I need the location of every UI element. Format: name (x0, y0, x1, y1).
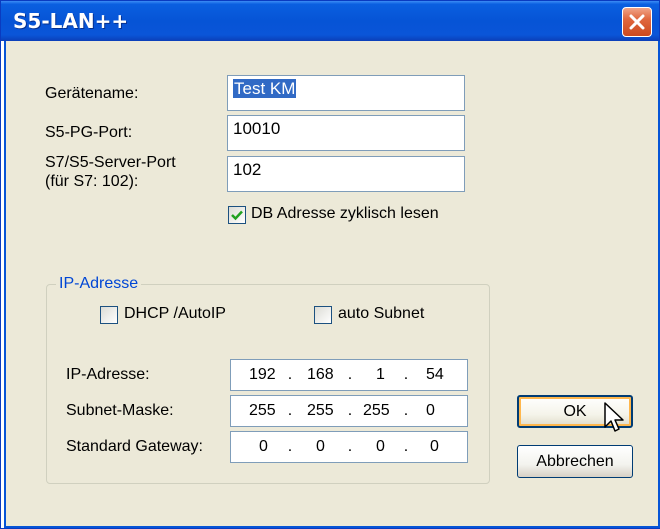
gateway-octet-4: 0 (430, 438, 439, 455)
ip-dot: . (403, 402, 409, 419)
auto-subnet-label[interactable]: auto Subnet (338, 305, 424, 323)
dhcp-label[interactable]: DHCP /AutoIP (124, 305, 226, 323)
window-title: S5-LAN++ (13, 9, 129, 33)
subnet-octet-1: 255 (249, 402, 276, 419)
ip-address-label: IP-Adresse: (66, 366, 150, 383)
device-name-input[interactable]: Test KM (227, 75, 465, 111)
close-icon (629, 14, 645, 30)
title-bar[interactable]: S5-LAN++ (1, 1, 659, 41)
gateway-octet-1: 0 (259, 438, 268, 455)
checkmark-icon (231, 210, 243, 221)
ip-address-input[interactable]: 192 . 168 . 1 . 54 (230, 359, 468, 391)
gateway-octet-3: 0 (376, 438, 385, 455)
ip-dot: . (347, 402, 353, 419)
server-port-input[interactable]: 102 (227, 156, 465, 192)
ip-octet-2: 168 (307, 366, 334, 383)
device-name-label: Gerätename: (45, 85, 139, 102)
server-port-label-line1: S7/S5-Server-Port (45, 154, 176, 171)
ip-dot: . (287, 438, 293, 455)
dialog-body: Gerätename: Test KM S5-PG-Port: 10010 S7… (4, 41, 660, 528)
subnet-octet-4: 0 (426, 402, 435, 419)
ip-dot: . (403, 366, 409, 383)
pg-port-input[interactable]: 10010 (227, 115, 465, 151)
pg-port-label: S5-PG-Port: (45, 124, 133, 141)
ip-dot: . (347, 366, 353, 383)
server-port-label-line2: (für S7: 102): (45, 173, 139, 190)
ip-octet-3: 1 (376, 366, 385, 383)
close-button[interactable] (622, 7, 652, 37)
gateway-input[interactable]: 0 . 0 . 0 . 0 (230, 431, 468, 463)
dialog-window: S5-LAN++ Gerätename: Test KM S5-PG-Port:… (0, 0, 660, 529)
auto-subnet-checkbox[interactable] (314, 306, 332, 324)
gateway-label: Standard Gateway: (66, 438, 203, 455)
ip-dot: . (287, 366, 293, 383)
subnet-octet-3: 255 (363, 402, 390, 419)
dhcp-checkbox[interactable] (100, 306, 118, 324)
mouse-cursor-icon (604, 402, 624, 432)
device-name-value: Test KM (233, 79, 297, 98)
cancel-button[interactable]: Abbrechen (517, 445, 633, 478)
ip-dot: . (347, 438, 353, 455)
subnet-mask-label: Subnet-Maske: (66, 402, 174, 419)
ip-octet-4: 54 (426, 366, 444, 383)
db-cyclic-label[interactable]: DB Adresse zyklisch lesen (251, 205, 439, 223)
db-cyclic-checkbox[interactable] (228, 206, 246, 224)
subnet-mask-input[interactable]: 255 . 255 . 255 . 0 (230, 395, 468, 427)
gateway-octet-2: 0 (316, 438, 325, 455)
ip-dot: . (403, 438, 409, 455)
ip-octet-1: 192 (249, 366, 276, 383)
ip-group-title: IP-Adresse (56, 275, 142, 293)
ip-dot: . (287, 402, 293, 419)
subnet-octet-2: 255 (307, 402, 334, 419)
